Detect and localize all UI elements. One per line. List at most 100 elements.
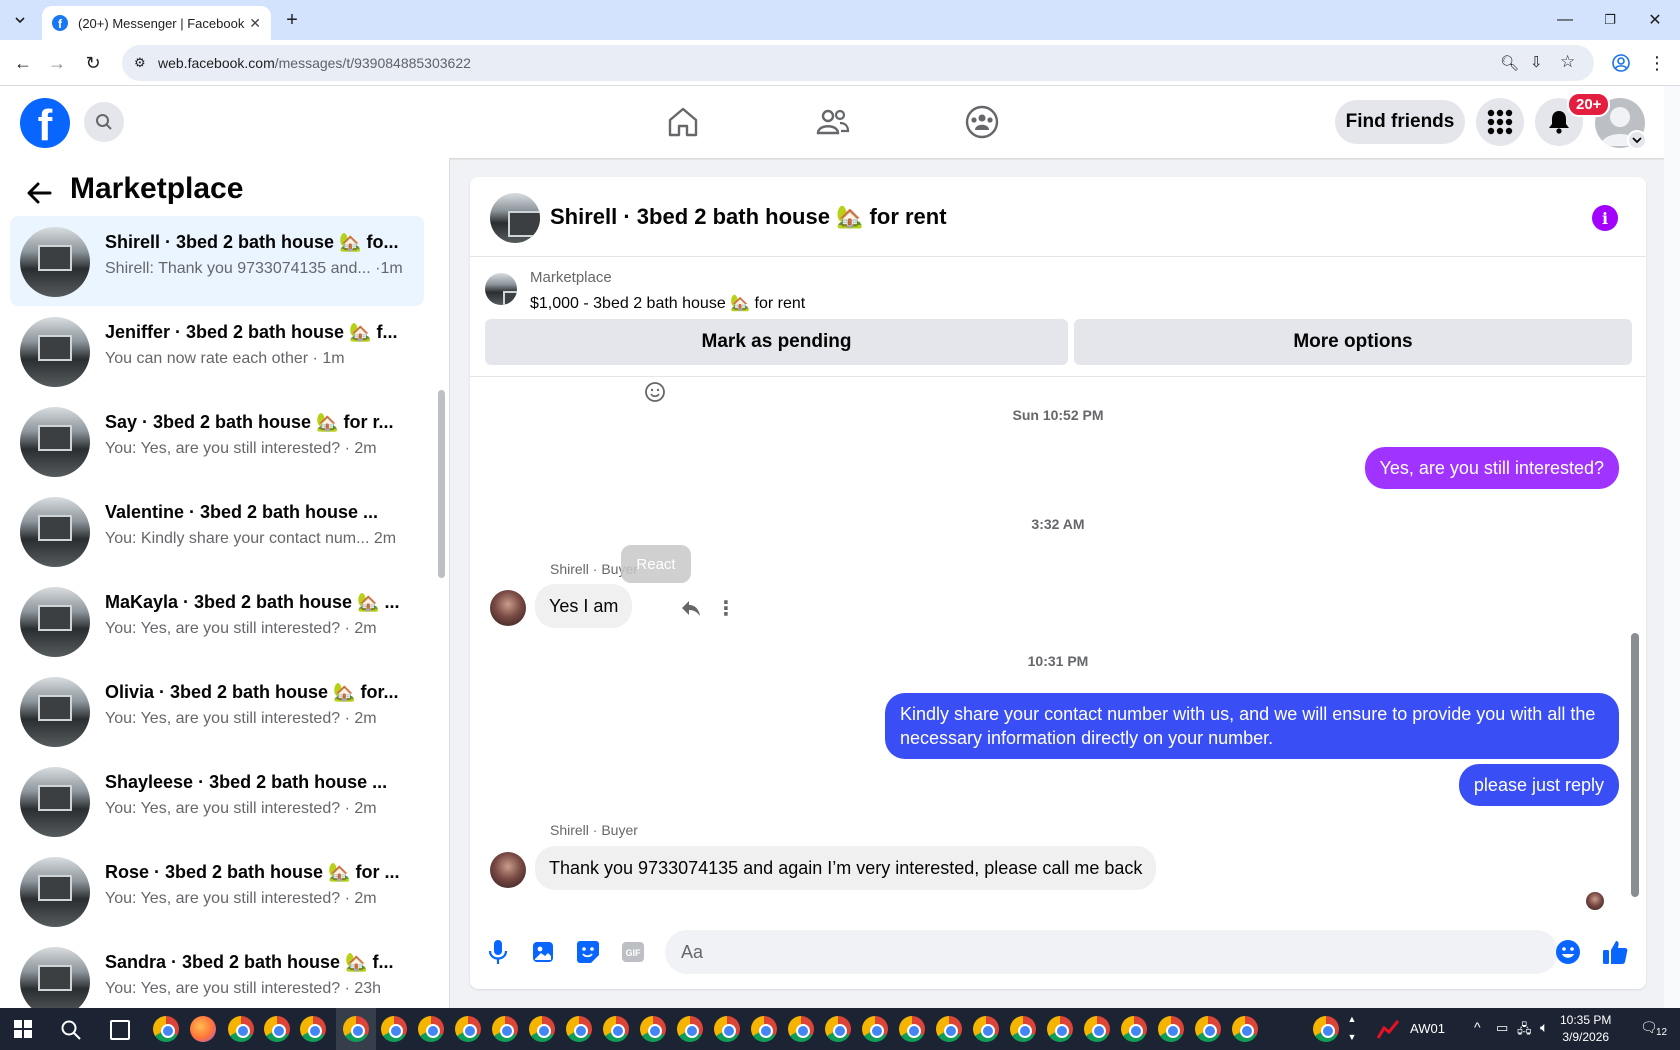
windows-start-icon[interactable]	[14, 1020, 32, 1038]
chrome-taskbar-icon[interactable]	[300, 1016, 326, 1042]
incoming-message[interactable]: Thank you 9733074135 and again I’m very …	[535, 846, 1157, 890]
back-nav-icon[interactable]: ←	[10, 50, 36, 76]
chrome-taskbar-icon[interactable]	[1232, 1016, 1258, 1042]
account-chevron-overlay[interactable]	[1627, 130, 1647, 150]
task-view-icon[interactable]	[110, 1020, 130, 1040]
react-smiley-icon[interactable]	[640, 377, 670, 407]
install-app-icon[interactable]: ⇩	[1530, 53, 1543, 71]
reply-arrow-icon[interactable]	[676, 593, 706, 623]
page-scrollbar[interactable]	[1664, 86, 1680, 1008]
battery-icon[interactable]: ▭	[1496, 1020, 1508, 1036]
browser-tab-active[interactable]: f (20+) Messenger | Facebook ✕	[42, 6, 271, 40]
friends-nav-icon[interactable]	[815, 104, 851, 140]
reload-icon[interactable]: ↻	[80, 50, 106, 76]
sidebar-scrollbar[interactable]	[438, 390, 445, 578]
chrome-taskbar-icon[interactable]	[1010, 1016, 1036, 1042]
forward-nav-icon[interactable]: →	[44, 50, 70, 76]
chrome-taskbar-icon[interactable]	[566, 1016, 592, 1042]
info-icon[interactable]: i	[1592, 205, 1618, 231]
volume-icon[interactable]: 🔈︎	[1540, 1019, 1548, 1036]
listing-small-thumbnail[interactable]	[485, 273, 517, 305]
find-friends-button[interactable]: Find friends	[1335, 100, 1465, 144]
chrome-taskbar-icon[interactable]	[1158, 1016, 1184, 1042]
outgoing-message[interactable]: Kindly share your contact number with us…	[885, 693, 1619, 759]
sender-avatar[interactable]	[490, 590, 526, 626]
chat-title[interactable]: Shirell · 3bed 2 bath house 🏡 for rent	[550, 204, 947, 230]
sender-avatar[interactable]	[490, 852, 526, 888]
chrome-taskbar-icon[interactable]	[455, 1016, 481, 1042]
system-tray-chevron-icon[interactable]: ^	[1474, 1019, 1481, 1035]
chrome-taskbar-icon[interactable]	[492, 1016, 518, 1042]
browser-menu-icon[interactable]: ⋮	[1644, 50, 1670, 76]
more-options-button[interactable]: More options	[1074, 319, 1632, 365]
network-icon[interactable]: 🖧︎	[1517, 1020, 1532, 1042]
menu-button[interactable]	[1476, 98, 1524, 146]
conversation-item[interactable]: Say · 3bed 2 bath house 🏡 for r... You: …	[10, 396, 424, 486]
facebook-logo-icon[interactable]: f	[20, 98, 70, 148]
incoming-message[interactable]: Yes I am	[535, 584, 633, 628]
chrome-taskbar-icon[interactable]	[529, 1016, 555, 1042]
chrome-taskbar-icon[interactable]	[640, 1016, 666, 1042]
notification-center-icon[interactable]: 🗨︎ 12	[1640, 1019, 1670, 1041]
microphone-icon[interactable]	[483, 937, 513, 967]
taskbar-overflow-arrows[interactable]: ▲ ▼	[1346, 1010, 1358, 1048]
taskbar-clock[interactable]: 10:35 PM 3/9/2026	[1560, 1012, 1611, 1046]
chrome-taskbar-icon[interactable]	[228, 1016, 254, 1042]
mark-as-pending-button[interactable]: Mark as pending	[485, 319, 1068, 365]
conversation-item[interactable]: Shayleese · 3bed 2 bath house ... You: Y…	[10, 756, 424, 846]
message-input[interactable]	[665, 930, 1558, 974]
sticker-icon[interactable]	[573, 937, 603, 967]
bookmark-star-icon[interactable]: ☆	[1560, 52, 1575, 72]
chrome-taskbar-icon[interactable]	[973, 1016, 999, 1042]
search-button[interactable]	[84, 102, 124, 142]
more-actions-icon[interactable]: ⋮	[711, 593, 741, 623]
chrome-taskbar-icon[interactable]	[677, 1016, 703, 1042]
new-tab-icon[interactable]: +	[280, 8, 304, 32]
chrome-taskbar-icon[interactable]	[1047, 1016, 1073, 1042]
groups-nav-icon[interactable]	[964, 104, 1000, 140]
chrome-taskbar-icon[interactable]	[751, 1016, 777, 1042]
chrome-taskbar-icon[interactable]	[343, 1016, 369, 1042]
conversation-item[interactable]: Rose · 3bed 2 bath house 🏡 for ... You: …	[10, 846, 424, 936]
chrome-taskbar-icon[interactable]	[1084, 1016, 1110, 1042]
chrome-taskbar-icon[interactable]	[381, 1016, 407, 1042]
back-arrow-icon[interactable]	[24, 178, 54, 208]
chrome-taskbar-icon[interactable]	[825, 1016, 851, 1042]
chrome-taskbar-icon[interactable]	[788, 1016, 814, 1042]
url-field[interactable]: ⚙ web.facebook.com/messages/t/9390848853…	[122, 45, 1594, 81]
stock-widget-icon[interactable]	[1376, 1018, 1400, 1040]
chrome-taskbar-icon[interactable]	[899, 1016, 925, 1042]
emoji-icon[interactable]	[1553, 937, 1583, 967]
conversation-item[interactable]: Shirell · 3bed 2 bath house 🏡 fo... Shir…	[10, 216, 424, 306]
zoom-icon[interactable]: 🔍︎	[1500, 54, 1519, 72]
chrome-taskbar-icon[interactable]	[153, 1016, 179, 1042]
restore-window-icon[interactable]: ❐	[1595, 6, 1625, 34]
conversation-item[interactable]: Jeniffer · 3bed 2 bath house 🏡 f... You …	[10, 306, 424, 396]
outgoing-message[interactable]: please just reply	[1458, 764, 1619, 806]
tab-close-icon[interactable]: ✕	[249, 15, 261, 32]
chrome-taskbar-icon[interactable]	[862, 1016, 888, 1042]
photo-icon[interactable]	[528, 937, 558, 967]
listing-title[interactable]: $1,000 - 3bed 2 bath house 🏡 for rent	[530, 293, 805, 313]
thumbs-up-like-icon[interactable]	[1600, 937, 1630, 967]
minimize-window-icon[interactable]: —	[1550, 6, 1580, 34]
taskbar-search-icon[interactable]	[60, 1019, 82, 1041]
conversation-item[interactable]: Valentine · 3bed 2 bath house ... You: K…	[10, 486, 424, 576]
chrome-taskbar-icon[interactable]	[1195, 1016, 1221, 1042]
firefox-taskbar-icon[interactable]	[190, 1016, 216, 1042]
conversation-item[interactable]: Olivia · 3bed 2 bath house 🏡 for... You:…	[10, 666, 424, 756]
chat-listing-avatar[interactable]	[490, 193, 540, 243]
tab-search-chevron-icon[interactable]	[8, 8, 32, 32]
profile-account-icon[interactable]	[1608, 50, 1634, 76]
conversation-item[interactable]: MaKayla · 3bed 2 bath house 🏡 ... You: Y…	[10, 576, 424, 666]
chrome-taskbar-icon[interactable]	[714, 1016, 740, 1042]
conversation-item[interactable]: Sandra · 3bed 2 bath house 🏡 f... You: Y…	[10, 936, 424, 1008]
site-info-icon[interactable]: ⚙	[134, 55, 146, 71]
chrome-taskbar-icon[interactable]	[418, 1016, 444, 1042]
outgoing-message[interactable]: Yes, are you still interested?	[1364, 447, 1619, 489]
chrome-taskbar-icon[interactable]	[1313, 1016, 1339, 1042]
home-nav-icon[interactable]	[665, 104, 701, 140]
chrome-taskbar-icon[interactable]	[264, 1016, 290, 1042]
chrome-taskbar-icon[interactable]	[1121, 1016, 1147, 1042]
chrome-taskbar-icon[interactable]	[603, 1016, 629, 1042]
